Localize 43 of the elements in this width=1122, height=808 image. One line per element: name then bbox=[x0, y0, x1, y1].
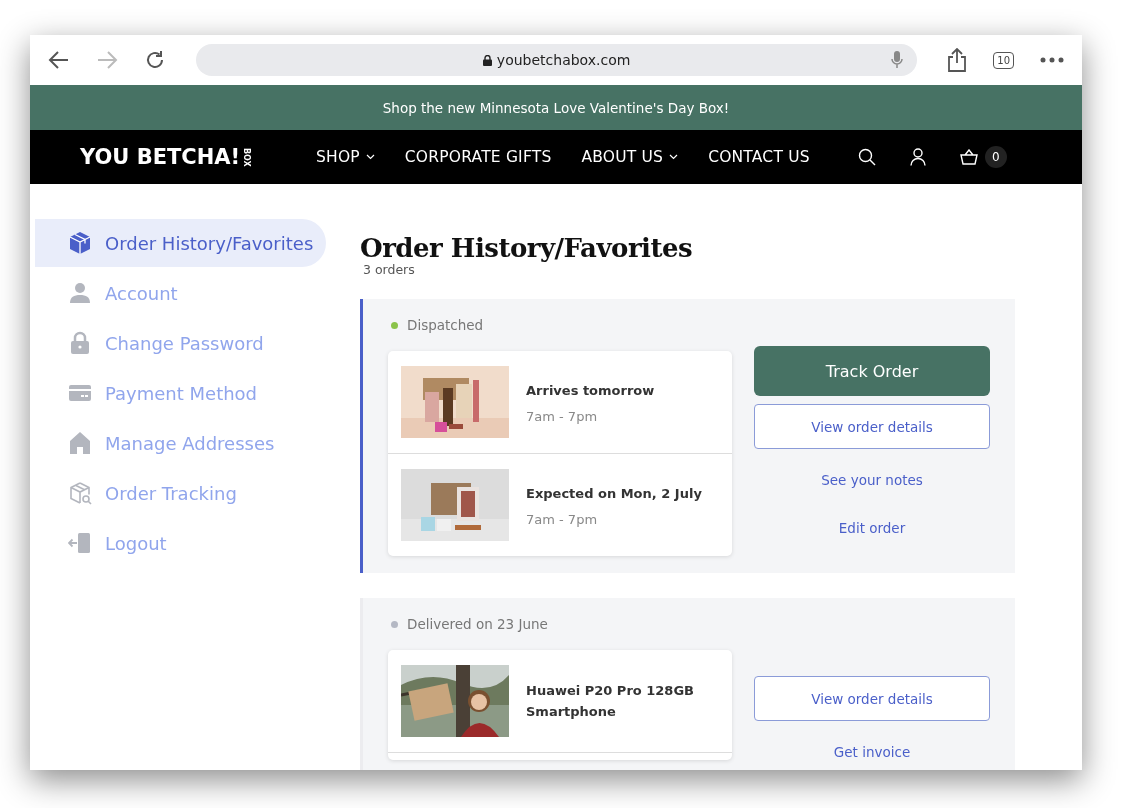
microphone-icon[interactable] bbox=[891, 51, 904, 69]
url-text: youbetchabox.com bbox=[496, 52, 631, 68]
sidebar-item[interactable]: Order History/Favorites bbox=[35, 219, 326, 267]
action-link[interactable]: See your notes bbox=[821, 472, 923, 488]
nav-link[interactable]: CONTACT US bbox=[708, 148, 810, 166]
back-icon[interactable] bbox=[48, 50, 70, 70]
delivery-time: 7am - 7pm bbox=[526, 409, 599, 424]
item-title: Arrives tomorrow bbox=[526, 382, 655, 400]
logo[interactable]: YOU BETCHA! BOX bbox=[80, 145, 290, 169]
nav-link[interactable]: ABOUT US bbox=[581, 148, 679, 166]
lock-icon bbox=[68, 331, 92, 355]
cart-count: 0 bbox=[984, 146, 1007, 168]
chevron-down-icon bbox=[669, 154, 679, 160]
action-link[interactable]: Edit order bbox=[838, 520, 906, 536]
action-link[interactable]: Get invoice bbox=[833, 744, 911, 760]
logout-icon bbox=[68, 531, 92, 555]
box-search-icon bbox=[68, 481, 92, 505]
house-icon bbox=[68, 431, 92, 455]
delivery-time: 7am - 7pm bbox=[526, 512, 599, 527]
order-status: Dispatched bbox=[407, 317, 484, 333]
share-icon[interactable] bbox=[947, 48, 968, 72]
page-title: Order History/Favorites bbox=[360, 232, 694, 264]
nav-link[interactable]: SHOP bbox=[316, 148, 375, 166]
box-icon bbox=[68, 231, 92, 255]
more-icon[interactable] bbox=[1040, 57, 1064, 63]
user-icon[interactable] bbox=[909, 148, 926, 166]
order-status: Delivered on 23 June bbox=[407, 616, 548, 632]
view-details-button[interactable]: View order details bbox=[754, 404, 990, 449]
chevron-down-icon bbox=[365, 154, 375, 160]
item-title: Expected on Mon, 2 July bbox=[526, 485, 702, 503]
nav-link[interactable]: CORPORATE GIFTS bbox=[404, 148, 552, 166]
reload-icon[interactable] bbox=[144, 49, 166, 71]
basket-icon[interactable] bbox=[959, 149, 978, 165]
view-details-button[interactable]: View order details bbox=[754, 676, 990, 721]
order-count: 3 orders bbox=[363, 262, 416, 277]
tab-count-button[interactable]: 10 bbox=[993, 51, 1014, 69]
track-order-button[interactable]: Track Order bbox=[754, 346, 990, 396]
lock-icon bbox=[482, 54, 492, 66]
search-icon[interactable] bbox=[857, 148, 876, 166]
address-bar[interactable]: youbetchabox.com bbox=[196, 44, 918, 76]
banner-text[interactable]: Shop the new Minnesota Love Valentine's Day Box! bbox=[382, 99, 730, 116]
item-title: Huawei P20 Pro 128GB Smartphone bbox=[526, 682, 695, 721]
person-icon bbox=[68, 281, 92, 305]
